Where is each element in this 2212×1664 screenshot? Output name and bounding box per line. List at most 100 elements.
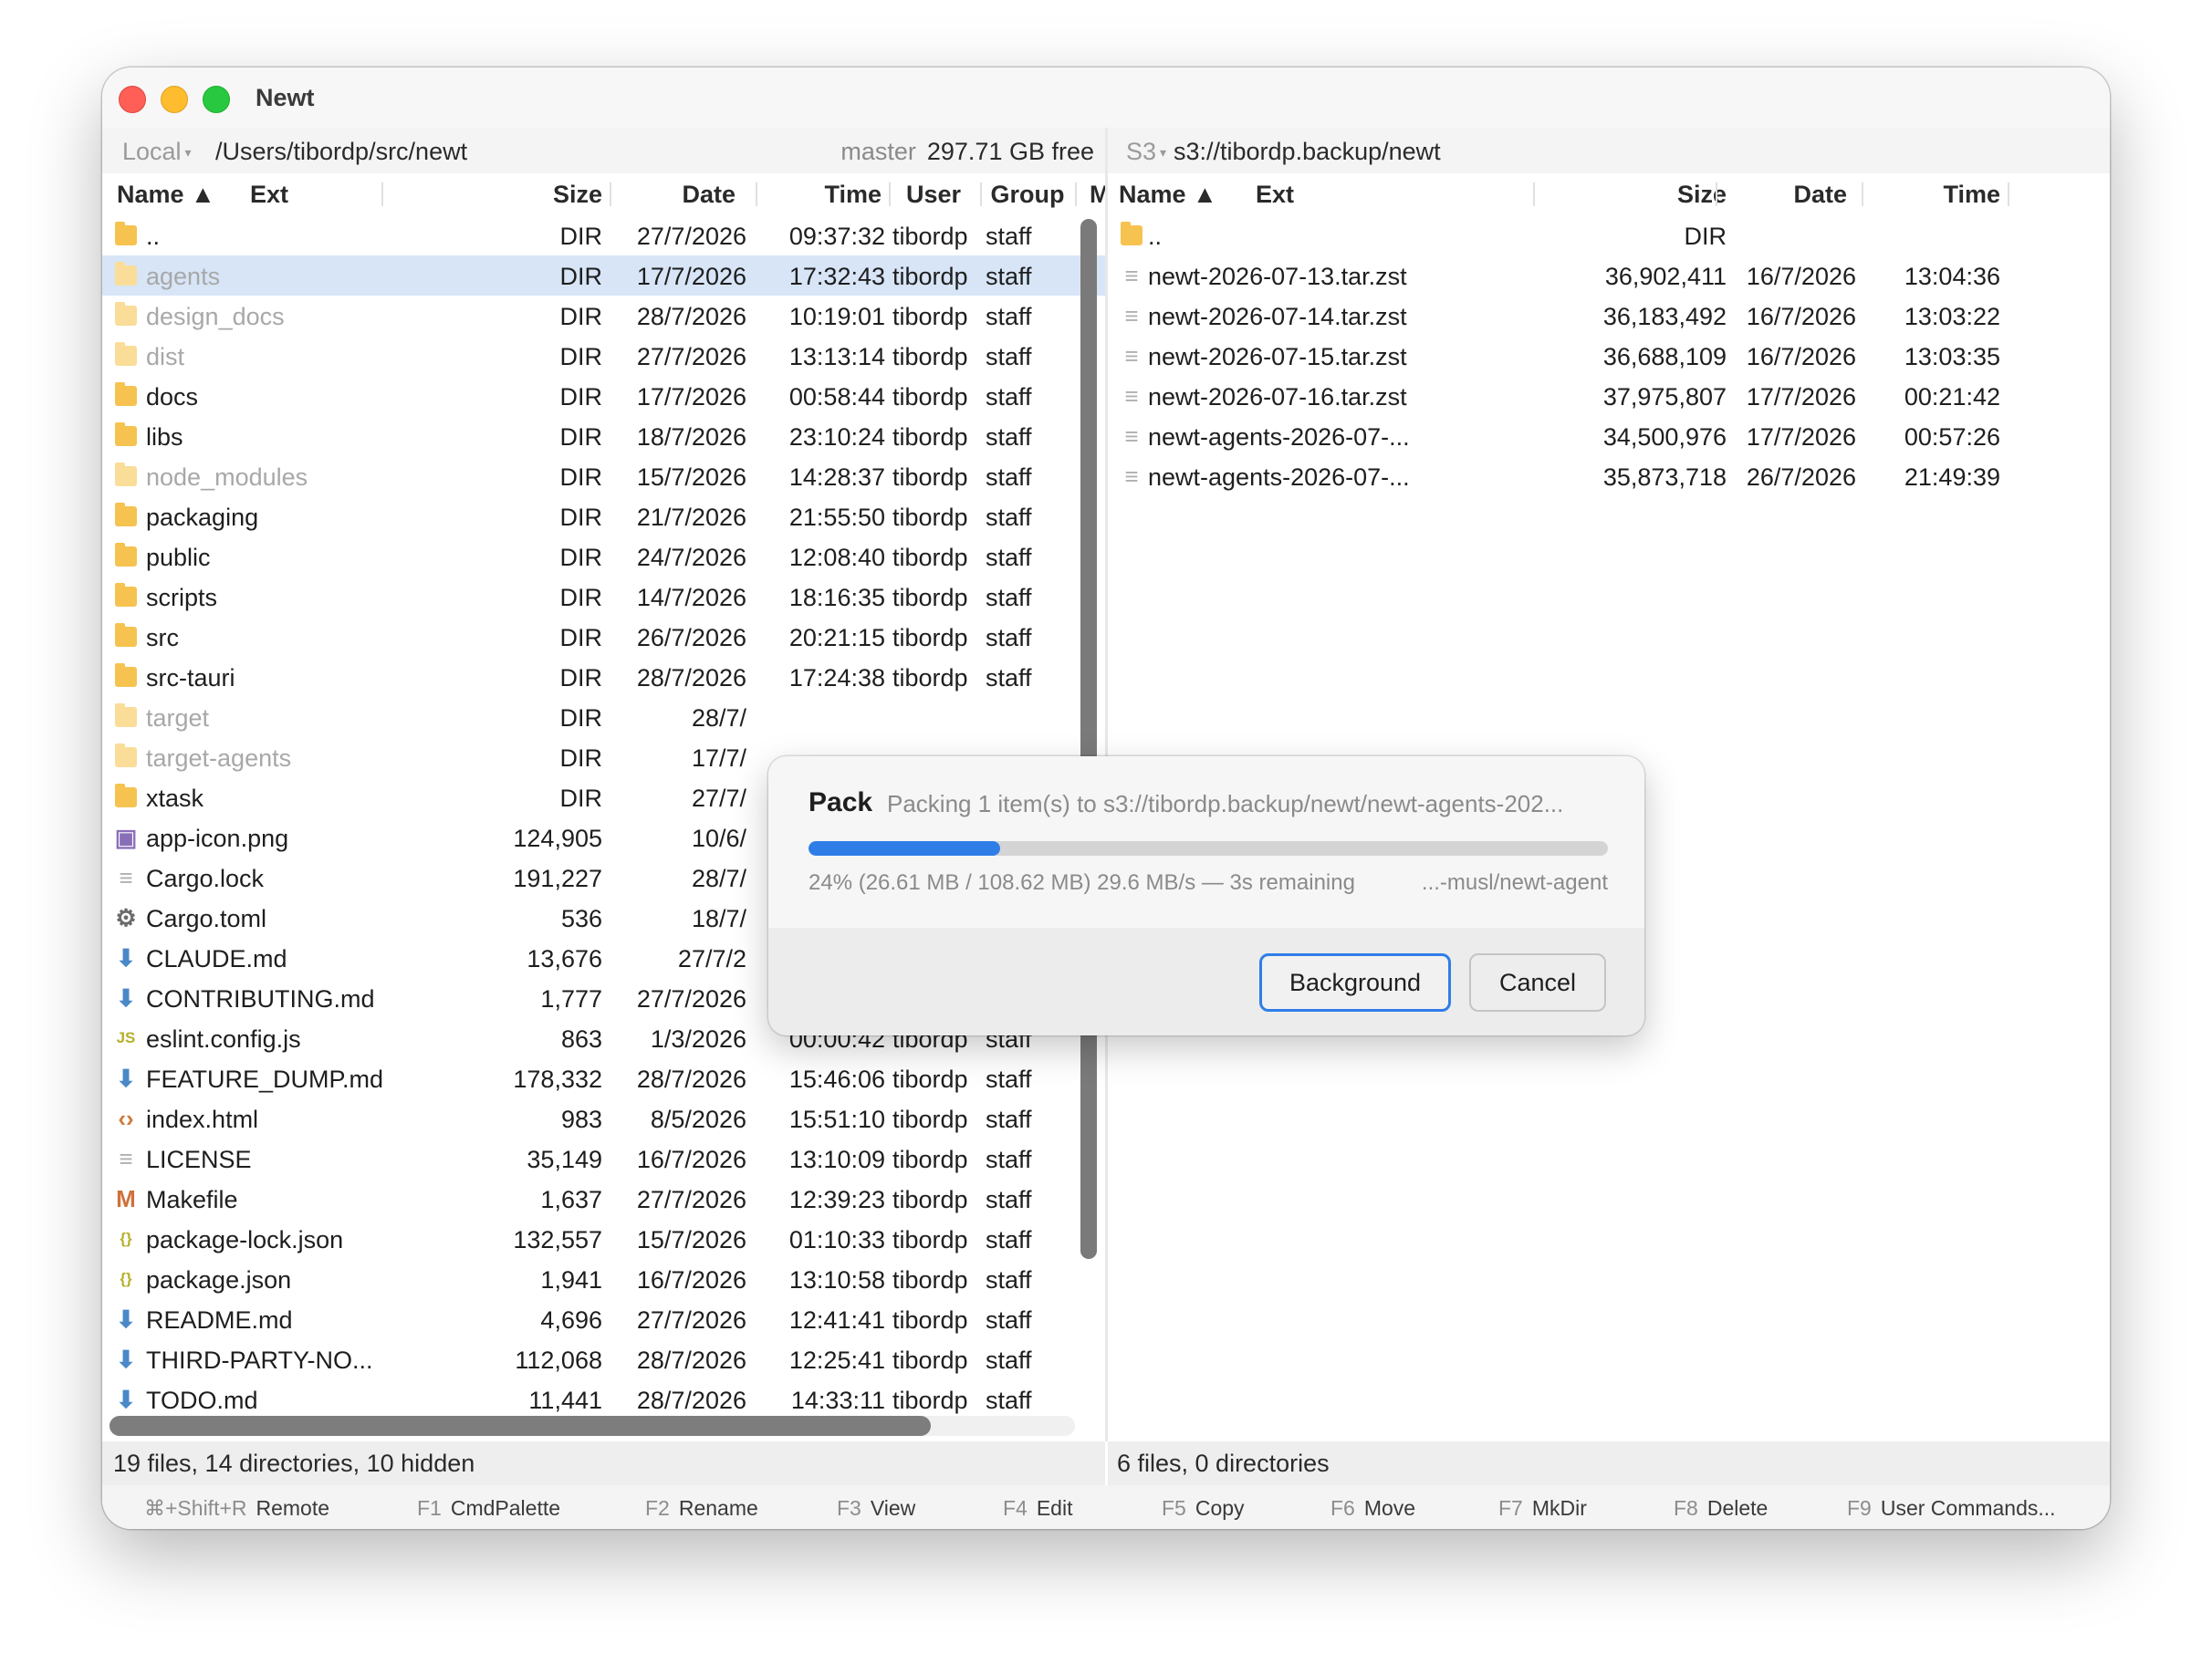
file-name: .. [146, 223, 161, 250]
file-size: 178,332 [513, 1066, 602, 1093]
col-name[interactable]: Name ▲ [117, 181, 215, 209]
file-time: 13:03:35 [1904, 343, 2000, 370]
file-date: 28/7/2026 [636, 1387, 746, 1414]
fkey-delete[interactable]: F8 Delete [1674, 1496, 1768, 1521]
right-file-list[interactable]: .. DIR ≡ newt-2026-07-13.tar.zst 36,902,411 1… [1108, 215, 2110, 496]
col-ext[interactable]: Ext [1256, 181, 1294, 209]
file-row[interactable]: ≡ newt-agents-2026-07-... 34,500,976 17/7/2… [1108, 416, 2110, 456]
file-group: staff [986, 1106, 1032, 1133]
html-icon: ‹› [118, 1105, 134, 1132]
col-size[interactable]: Size [1639, 181, 1727, 209]
fkey-move[interactable]: F6 Move [1330, 1496, 1415, 1521]
file-row[interactable]: .. DIR [1108, 215, 2110, 255]
col-group[interactable]: Group [986, 181, 1069, 209]
file-size: 34,500,976 [1602, 423, 1727, 451]
fkey-cmdpalette[interactable]: F1 CmdPalette [417, 1496, 560, 1521]
file-size: 35,149 [527, 1146, 602, 1173]
left-source-selector[interactable]: Local ▾ [122, 138, 192, 166]
right-source-selector[interactable]: S3 ▾ [1126, 138, 1166, 166]
file-date: 28/7/ [691, 704, 746, 732]
col-name[interactable]: Name ▲ [1119, 181, 1217, 209]
file-row[interactable]: ≡ newt-2026-07-15.tar.zst 36,688,109 16/7/2… [1108, 336, 2110, 376]
right-path[interactable]: s3://tibordp.backup/newt [1174, 138, 1441, 166]
file-row[interactable]: M Makefile 1,637 27/7/2026 12:39:23 tibordp st… [102, 1179, 1105, 1219]
file-date: 1/3/2026 [650, 1025, 746, 1053]
file-row[interactable]: packaging DIR 21/7/2026 21:55:50 tibordp staf… [102, 496, 1105, 536]
fkey-remote[interactable]: ⌘+Shift+R Remote [144, 1496, 329, 1521]
close-window-button[interactable] [119, 86, 146, 113]
text-file-icon: ≡ [1124, 302, 1139, 329]
col-user[interactable]: User [892, 181, 975, 209]
file-row[interactable]: libs DIR 18/7/2026 23:10:24 tibordp staff [102, 416, 1105, 456]
file-row[interactable]: ≡ newt-2026-07-16.tar.zst 37,975,807 17/7/2… [1108, 376, 2110, 416]
zoom-window-button[interactable] [203, 86, 230, 113]
col-time[interactable]: Time [1929, 181, 2000, 209]
cancel-button[interactable]: Cancel [1469, 953, 1606, 1012]
file-row[interactable]: ≡ LICENSE 35,149 16/7/2026 13:10:09 tibordp st… [102, 1139, 1105, 1179]
markdown-icon: ⬇ [116, 1305, 136, 1333]
fkey-mkdir[interactable]: F7 MkDir [1498, 1496, 1587, 1521]
file-row[interactable]: design_docs DIR 28/7/2026 10:19:01 tibordp st… [102, 296, 1105, 336]
left-vertical-scrollbar[interactable] [1080, 219, 1097, 1259]
folder-icon [115, 663, 137, 687]
file-row[interactable]: ≡ newt-2026-07-13.tar.zst 36,902,411 16/7/2… [1108, 255, 2110, 296]
fkey-view[interactable]: F3 View [837, 1496, 915, 1521]
file-row[interactable]: public DIR 24/7/2026 12:08:40 tibordp staff [102, 536, 1105, 577]
minimize-window-button[interactable] [161, 86, 188, 113]
fkey-label: View [870, 1496, 916, 1520]
file-name: package.json [146, 1266, 292, 1294]
file-name: .. [1148, 223, 1163, 250]
file-date: 27/7/2 [677, 945, 746, 972]
file-row[interactable]: ⬇ THIRD-PARTY-NO... 112,068 28/7/2026 12:25:… [102, 1339, 1105, 1379]
left-path[interactable]: /Users/tibordp/src/newt [215, 138, 467, 166]
file-time: 21:55:50 [788, 504, 885, 531]
col-date[interactable]: Date [1745, 181, 1847, 209]
background-button[interactable]: Background [1259, 953, 1451, 1012]
file-row[interactable]: ≡ newt-agents-2026-07-... 35,873,718 26/7/2… [1108, 456, 2110, 496]
col-size[interactable]: Size [518, 181, 602, 209]
file-name: public [146, 544, 211, 571]
file-row[interactable]: src-tauri DIR 28/7/2026 17:24:38 tibordp staf… [102, 657, 1105, 697]
file-row[interactable]: ⬇ FEATURE_DUMP.md 178,332 28/7/2026 15:46:06… [102, 1058, 1105, 1098]
file-row[interactable]: node_modules DIR 15/7/2026 14:28:37 tibordp s… [102, 456, 1105, 496]
file-row[interactable]: ‹› index.html 983 8/5/2026 15:51:10 tibordp st… [102, 1098, 1105, 1139]
left-horizontal-scrollbar[interactable] [110, 1416, 931, 1436]
col-ext[interactable]: Ext [250, 181, 288, 209]
file-row[interactable]: docs DIR 17/7/2026 00:58:44 tibordp staff [102, 376, 1105, 416]
file-name: src-tauri [146, 664, 235, 692]
file-row[interactable]: ⬇ TODO.md 11,441 28/7/2026 14:33:11 tibordp st… [102, 1379, 1105, 1420]
file-row[interactable]: {} package.json 1,941 16/7/2026 13:10:58 tibo… [102, 1259, 1105, 1299]
file-row[interactable]: ⬇ README.md 4,696 27/7/2026 12:41:41 tibordp s… [102, 1299, 1105, 1339]
file-row[interactable]: ≡ newt-2026-07-14.tar.zst 36,183,492 16/7/2… [1108, 296, 2110, 336]
fkey-label: Rename [678, 1496, 758, 1520]
file-name: FEATURE_DUMP.md [146, 1066, 384, 1093]
fkey-label: Move [1363, 1496, 1416, 1520]
fkey-copy[interactable]: F5 Copy [1162, 1496, 1245, 1521]
fkey-rename[interactable]: F2 Rename [645, 1496, 758, 1521]
file-row[interactable]: scripts DIR 14/7/2026 18:16:35 tibordp staff [102, 577, 1105, 617]
file-row[interactable]: dist DIR 27/7/2026 13:13:14 tibordp staff [102, 336, 1105, 376]
file-row[interactable]: .. DIR 27/7/2026 09:37:32 tibordp staff [102, 215, 1105, 255]
file-size: 1,941 [540, 1266, 602, 1294]
col-date[interactable]: Date [659, 181, 736, 209]
file-row[interactable]: {} package-lock.json 132,557 15/7/2026 01:10… [102, 1219, 1105, 1259]
col-time[interactable]: Time [801, 181, 882, 209]
col-mode[interactable]: M [1090, 181, 1105, 209]
fkey-edit[interactable]: F4 Edit [1003, 1496, 1072, 1521]
file-group: staff [986, 1186, 1032, 1213]
file-row[interactable]: target DIR 28/7/ [102, 697, 1105, 737]
file-name: newt-2026-07-14.tar.zst [1148, 303, 1407, 330]
file-size: 112,068 [515, 1347, 602, 1374]
title-bar[interactable]: Newt [102, 68, 2110, 128]
file-date: 28/7/ [691, 865, 746, 892]
file-time: 15:46:06 [788, 1066, 885, 1093]
file-user: tibordp [892, 1226, 968, 1253]
fkey-user-commands[interactable]: F9 User Commands... [1847, 1496, 2056, 1521]
file-row[interactable]: agents DIR 17/7/2026 17:32:43 tibordp staff [102, 255, 1105, 296]
file-row[interactable]: src DIR 26/7/2026 20:21:15 tibordp staff [102, 617, 1105, 657]
file-date: 10/6/ [691, 825, 746, 852]
free-space: 297.71 GB free [926, 138, 1094, 165]
file-time: 13:13:14 [788, 343, 885, 370]
file-name: Cargo.lock [146, 865, 265, 892]
file-time: 13:03:22 [1904, 303, 2000, 330]
